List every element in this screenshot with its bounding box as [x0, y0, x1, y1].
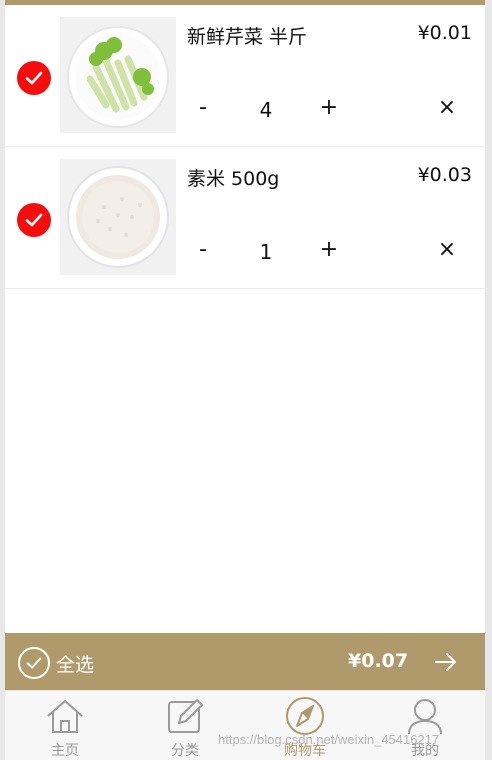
- cart-item: 素米 500g ¥0.03 - 1 + ×: [5, 147, 485, 289]
- check-icon: [25, 71, 43, 85]
- item-checkbox[interactable]: [17, 61, 51, 95]
- check-icon: [25, 213, 43, 227]
- item-title: 素米 500g: [187, 168, 280, 190]
- select-all-label[interactable]: 全选: [56, 650, 94, 677]
- increment-button[interactable]: +: [318, 97, 340, 119]
- checkout-bar: 全选 ¥0.07: [5, 633, 485, 690]
- check-icon: [26, 657, 42, 669]
- item-price: ¥0.03: [417, 164, 472, 186]
- rice-image[interactable]: [60, 159, 176, 275]
- app-frame: 新鲜芹菜 半斤 ¥0.01 - 4 + × 素米 500g ¥0.03 - 1 …: [5, 0, 485, 760]
- arrow-right-icon[interactable]: [433, 649, 459, 675]
- quantity-value: 1: [259, 240, 273, 264]
- tab-cart[interactable]: 购物车: [245, 691, 365, 760]
- decrement-button[interactable]: -: [193, 97, 213, 119]
- edit-icon: [168, 699, 203, 733]
- select-all-checkbox[interactable]: [18, 647, 50, 679]
- watermark: https://blog.csdn.net/weixin_45416217: [218, 732, 440, 747]
- quantity-value: 4: [259, 98, 273, 122]
- item-title: 新鲜芹菜 半斤: [187, 26, 308, 48]
- bottom-tab-bar: 主页 分类 购物车 我的: [5, 690, 485, 760]
- home-icon: [47, 700, 83, 733]
- tab-label: 主页: [51, 743, 79, 759]
- tab-home[interactable]: 主页: [5, 691, 125, 760]
- tab-category[interactable]: 分类: [125, 691, 245, 760]
- item-price: ¥0.01: [417, 22, 472, 44]
- remove-button[interactable]: ×: [435, 239, 459, 261]
- increment-button[interactable]: +: [318, 239, 340, 261]
- tab-mine[interactable]: 我的: [365, 691, 485, 760]
- item-checkbox[interactable]: [17, 203, 51, 237]
- user-icon: [408, 699, 442, 735]
- decrement-button[interactable]: -: [193, 239, 213, 261]
- cart-total: ¥0.07: [348, 650, 409, 672]
- cart-item: 新鲜芹菜 半斤 ¥0.01 - 4 + ×: [5, 5, 485, 147]
- remove-button[interactable]: ×: [435, 97, 459, 119]
- compass-icon: [286, 697, 324, 735]
- celery-image[interactable]: [60, 17, 176, 133]
